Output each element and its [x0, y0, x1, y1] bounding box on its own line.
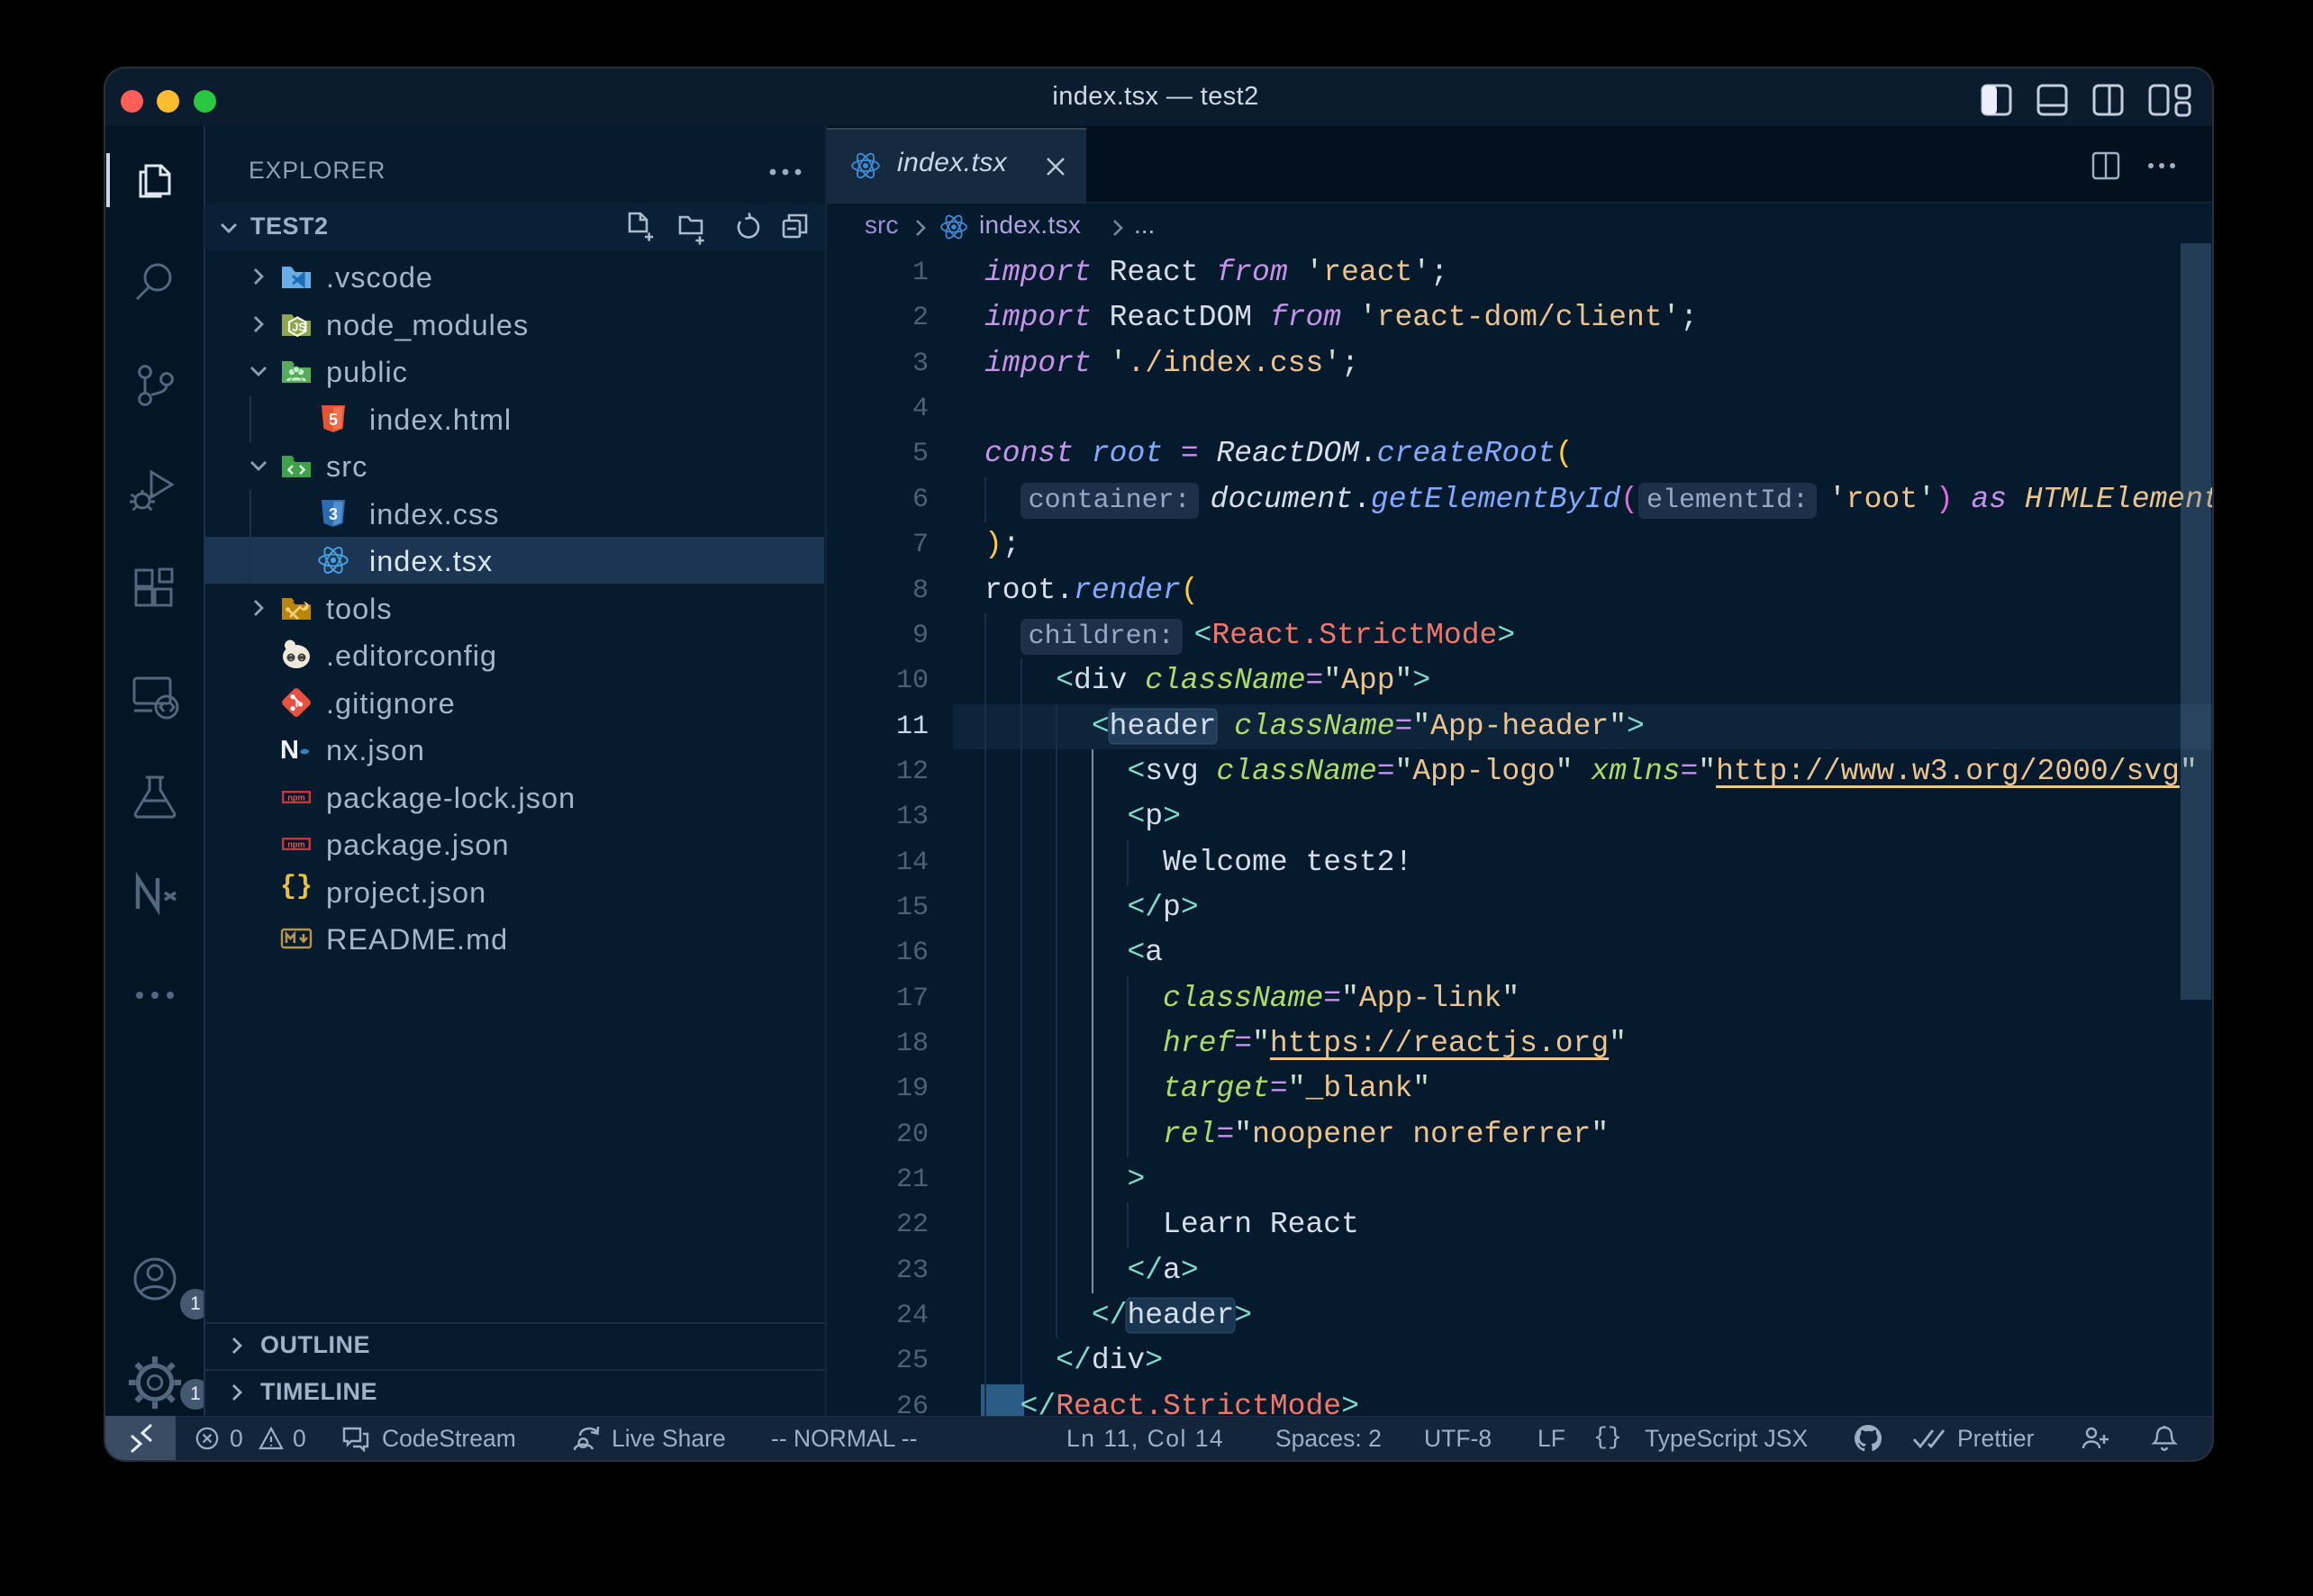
svg-text:npm: npm [287, 793, 304, 803]
svg-text:JS: JS [292, 321, 306, 334]
svg-text:npm: npm [287, 840, 304, 849]
svg-text:3: 3 [329, 505, 338, 523]
svg-text:N: N [280, 736, 299, 765]
svg-text:5: 5 [329, 411, 338, 429]
